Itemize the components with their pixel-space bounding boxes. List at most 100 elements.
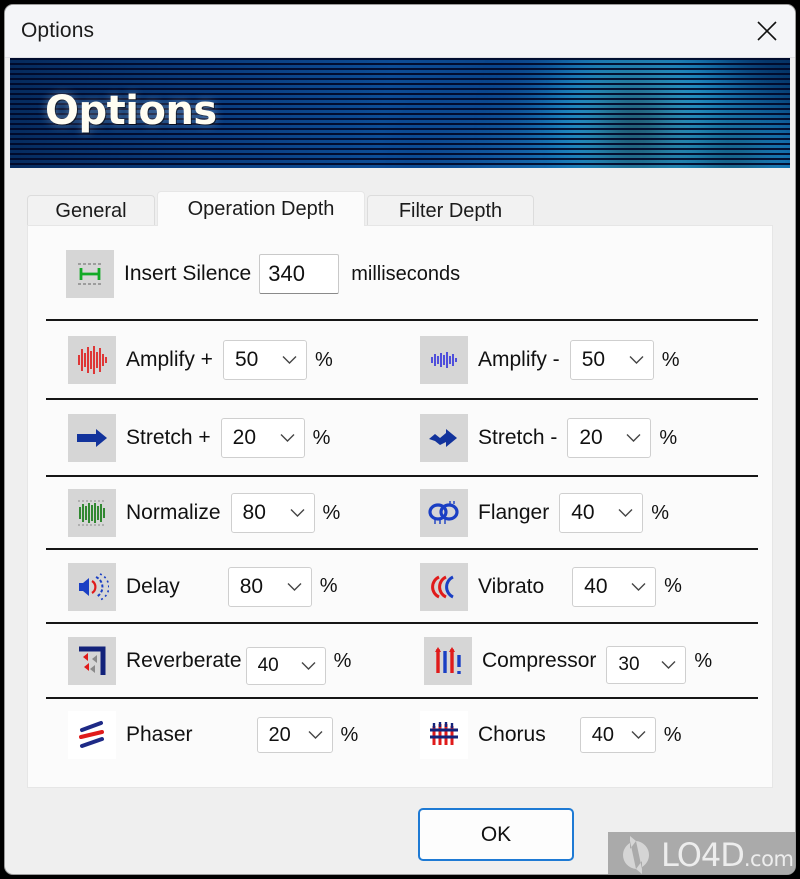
delay-value: 80 bbox=[239, 574, 264, 598]
flanger-value: 40 bbox=[571, 501, 595, 524]
tab-operation-depth[interactable]: Operation Depth bbox=[157, 191, 365, 226]
delay-group: Delay 80 % bbox=[68, 550, 338, 623]
normalize-icon bbox=[78, 500, 106, 526]
ok-button[interactable]: OK bbox=[418, 808, 574, 861]
reverberate-value: 40 bbox=[257, 655, 279, 676]
stretch-plus-select[interactable]: 20 bbox=[220, 418, 305, 458]
chevron-down-icon bbox=[631, 582, 646, 591]
close-button[interactable] bbox=[739, 5, 795, 57]
delay-unit: % bbox=[319, 575, 338, 597]
refresh-logo-icon bbox=[622, 836, 650, 874]
reverberate-icon-box bbox=[68, 637, 116, 685]
amplify-minus-icon-box bbox=[420, 336, 468, 384]
stretch-minus-group: Stretch - 20 % bbox=[420, 400, 677, 476]
chevron-down-icon bbox=[301, 662, 316, 670]
row-stretch: Stretch + 20 % Stretch - 20 % bbox=[28, 400, 772, 476]
stretch-minus-label: Stretch - bbox=[478, 426, 558, 449]
chorus-group: Chorus 40 % bbox=[420, 699, 682, 771]
amplify-minus-select[interactable]: 50 bbox=[569, 340, 654, 380]
amplify-minus-unit: % bbox=[661, 348, 680, 371]
normalize-value: 80 bbox=[242, 501, 266, 524]
phaser-label: Phaser bbox=[126, 723, 193, 746]
flanger-icon bbox=[428, 501, 459, 524]
chevron-down-icon bbox=[631, 731, 646, 739]
amplify-minus-value: 50 bbox=[581, 348, 606, 371]
chevron-down-icon bbox=[661, 661, 676, 669]
delay-icon bbox=[79, 572, 109, 601]
watermark-brand: LO4D bbox=[661, 836, 745, 874]
chorus-value: 40 bbox=[591, 723, 614, 746]
chorus-unit: % bbox=[663, 723, 682, 746]
normalize-icon-box bbox=[68, 489, 116, 537]
delay-label: Delay bbox=[126, 574, 180, 598]
flanger-unit: % bbox=[651, 501, 669, 524]
compressor-label: Compressor bbox=[482, 649, 597, 672]
compressor-unit: % bbox=[694, 649, 713, 672]
stretch-plus-icon-box bbox=[68, 414, 116, 462]
row-reverberate-compressor: Reverberate 40 % Compressor 30 % bbox=[28, 624, 772, 698]
reverberate-icon bbox=[79, 646, 106, 675]
options-dialog: Options Options General Operation Depth … bbox=[5, 5, 795, 874]
amplify-minus-label: Amplify - bbox=[478, 348, 560, 371]
vibrato-select[interactable]: 40 bbox=[572, 566, 657, 607]
stretch-plus-group: Stretch + 20 % bbox=[68, 400, 330, 476]
operation-depth-panel: Insert Silence 340 milliseconds Amplify … bbox=[27, 225, 773, 788]
amplify-plus-value: 50 bbox=[234, 348, 259, 371]
chorus-select[interactable]: 40 bbox=[579, 717, 656, 753]
chevron-down-icon bbox=[290, 509, 305, 517]
phaser-group: Phaser 20 % bbox=[68, 699, 358, 771]
amplify-minus-icon bbox=[431, 352, 457, 368]
reverberate-group: Reverberate 40 % bbox=[68, 624, 351, 698]
compressor-group: Compressor 30 % bbox=[424, 624, 712, 698]
phaser-icon bbox=[79, 721, 104, 748]
tab-filter-depth[interactable]: Filter Depth bbox=[367, 195, 534, 226]
vibrato-icon bbox=[431, 575, 454, 598]
banner: Options bbox=[10, 58, 790, 168]
stretch-minus-value: 20 bbox=[579, 426, 603, 449]
insert-silence-group: Insert Silence 340 milliseconds bbox=[66, 230, 460, 318]
amplify-plus-group: Amplify + 50 % bbox=[68, 321, 333, 399]
chevron-down-icon bbox=[287, 582, 302, 591]
chorus-label: Chorus bbox=[478, 723, 546, 746]
tab-strip: General Operation Depth Filter Depth bbox=[27, 191, 773, 226]
chevron-down-icon bbox=[280, 434, 295, 442]
phaser-select[interactable]: 20 bbox=[256, 717, 333, 753]
amplify-plus-icon bbox=[78, 346, 107, 374]
chorus-icon-box bbox=[420, 711, 468, 759]
amplify-plus-unit: % bbox=[314, 348, 333, 371]
compressor-value: 30 bbox=[618, 654, 640, 675]
tab-general[interactable]: General bbox=[27, 195, 155, 226]
compressor-select[interactable]: 30 bbox=[606, 646, 687, 684]
vibrato-label: Vibrato bbox=[478, 574, 545, 598]
insert-silence-icon bbox=[78, 263, 102, 285]
delay-select[interactable]: 80 bbox=[227, 566, 312, 607]
chevron-down-icon bbox=[626, 434, 641, 442]
insert-silence-icon-box bbox=[66, 250, 114, 298]
compressor-icon-box bbox=[424, 637, 472, 685]
row-phaser-chorus: Phaser 20 % Chorus 40 % bbox=[28, 699, 772, 771]
stretch-plus-icon bbox=[77, 429, 107, 447]
amplify-plus-select[interactable]: 50 bbox=[222, 340, 307, 380]
insert-silence-input[interactable]: 340 bbox=[259, 254, 340, 294]
stretch-minus-select[interactable]: 20 bbox=[567, 418, 652, 458]
stretch-plus-value: 20 bbox=[232, 426, 256, 449]
flanger-label: Flanger bbox=[478, 501, 550, 524]
stretch-minus-icon bbox=[429, 429, 457, 447]
stretch-plus-label: Stretch + bbox=[126, 426, 211, 449]
delay-icon-box bbox=[68, 562, 116, 611]
normalize-select[interactable]: 80 bbox=[230, 493, 315, 533]
row-normalize-flanger: Normalize 80 % Flanger 40 % bbox=[28, 477, 772, 549]
row-insert-silence: Insert Silence 340 milliseconds bbox=[28, 230, 772, 318]
row-delay-vibrato: Delay 80 % Vibrato 40 % bbox=[28, 550, 772, 623]
amplify-minus-group: Amplify - 50 % bbox=[420, 321, 679, 399]
phaser-value: 20 bbox=[268, 723, 291, 746]
chorus-icon bbox=[430, 722, 458, 745]
vibrato-icon-box bbox=[420, 562, 468, 611]
reverberate-select[interactable]: 40 bbox=[245, 647, 326, 685]
amplify-plus-icon-box bbox=[68, 336, 116, 384]
close-icon bbox=[757, 21, 777, 41]
reverberate-unit: % bbox=[333, 649, 352, 672]
flanger-select[interactable]: 40 bbox=[559, 493, 644, 533]
compressor-icon bbox=[435, 647, 461, 674]
banner-heading: Options bbox=[45, 88, 217, 134]
